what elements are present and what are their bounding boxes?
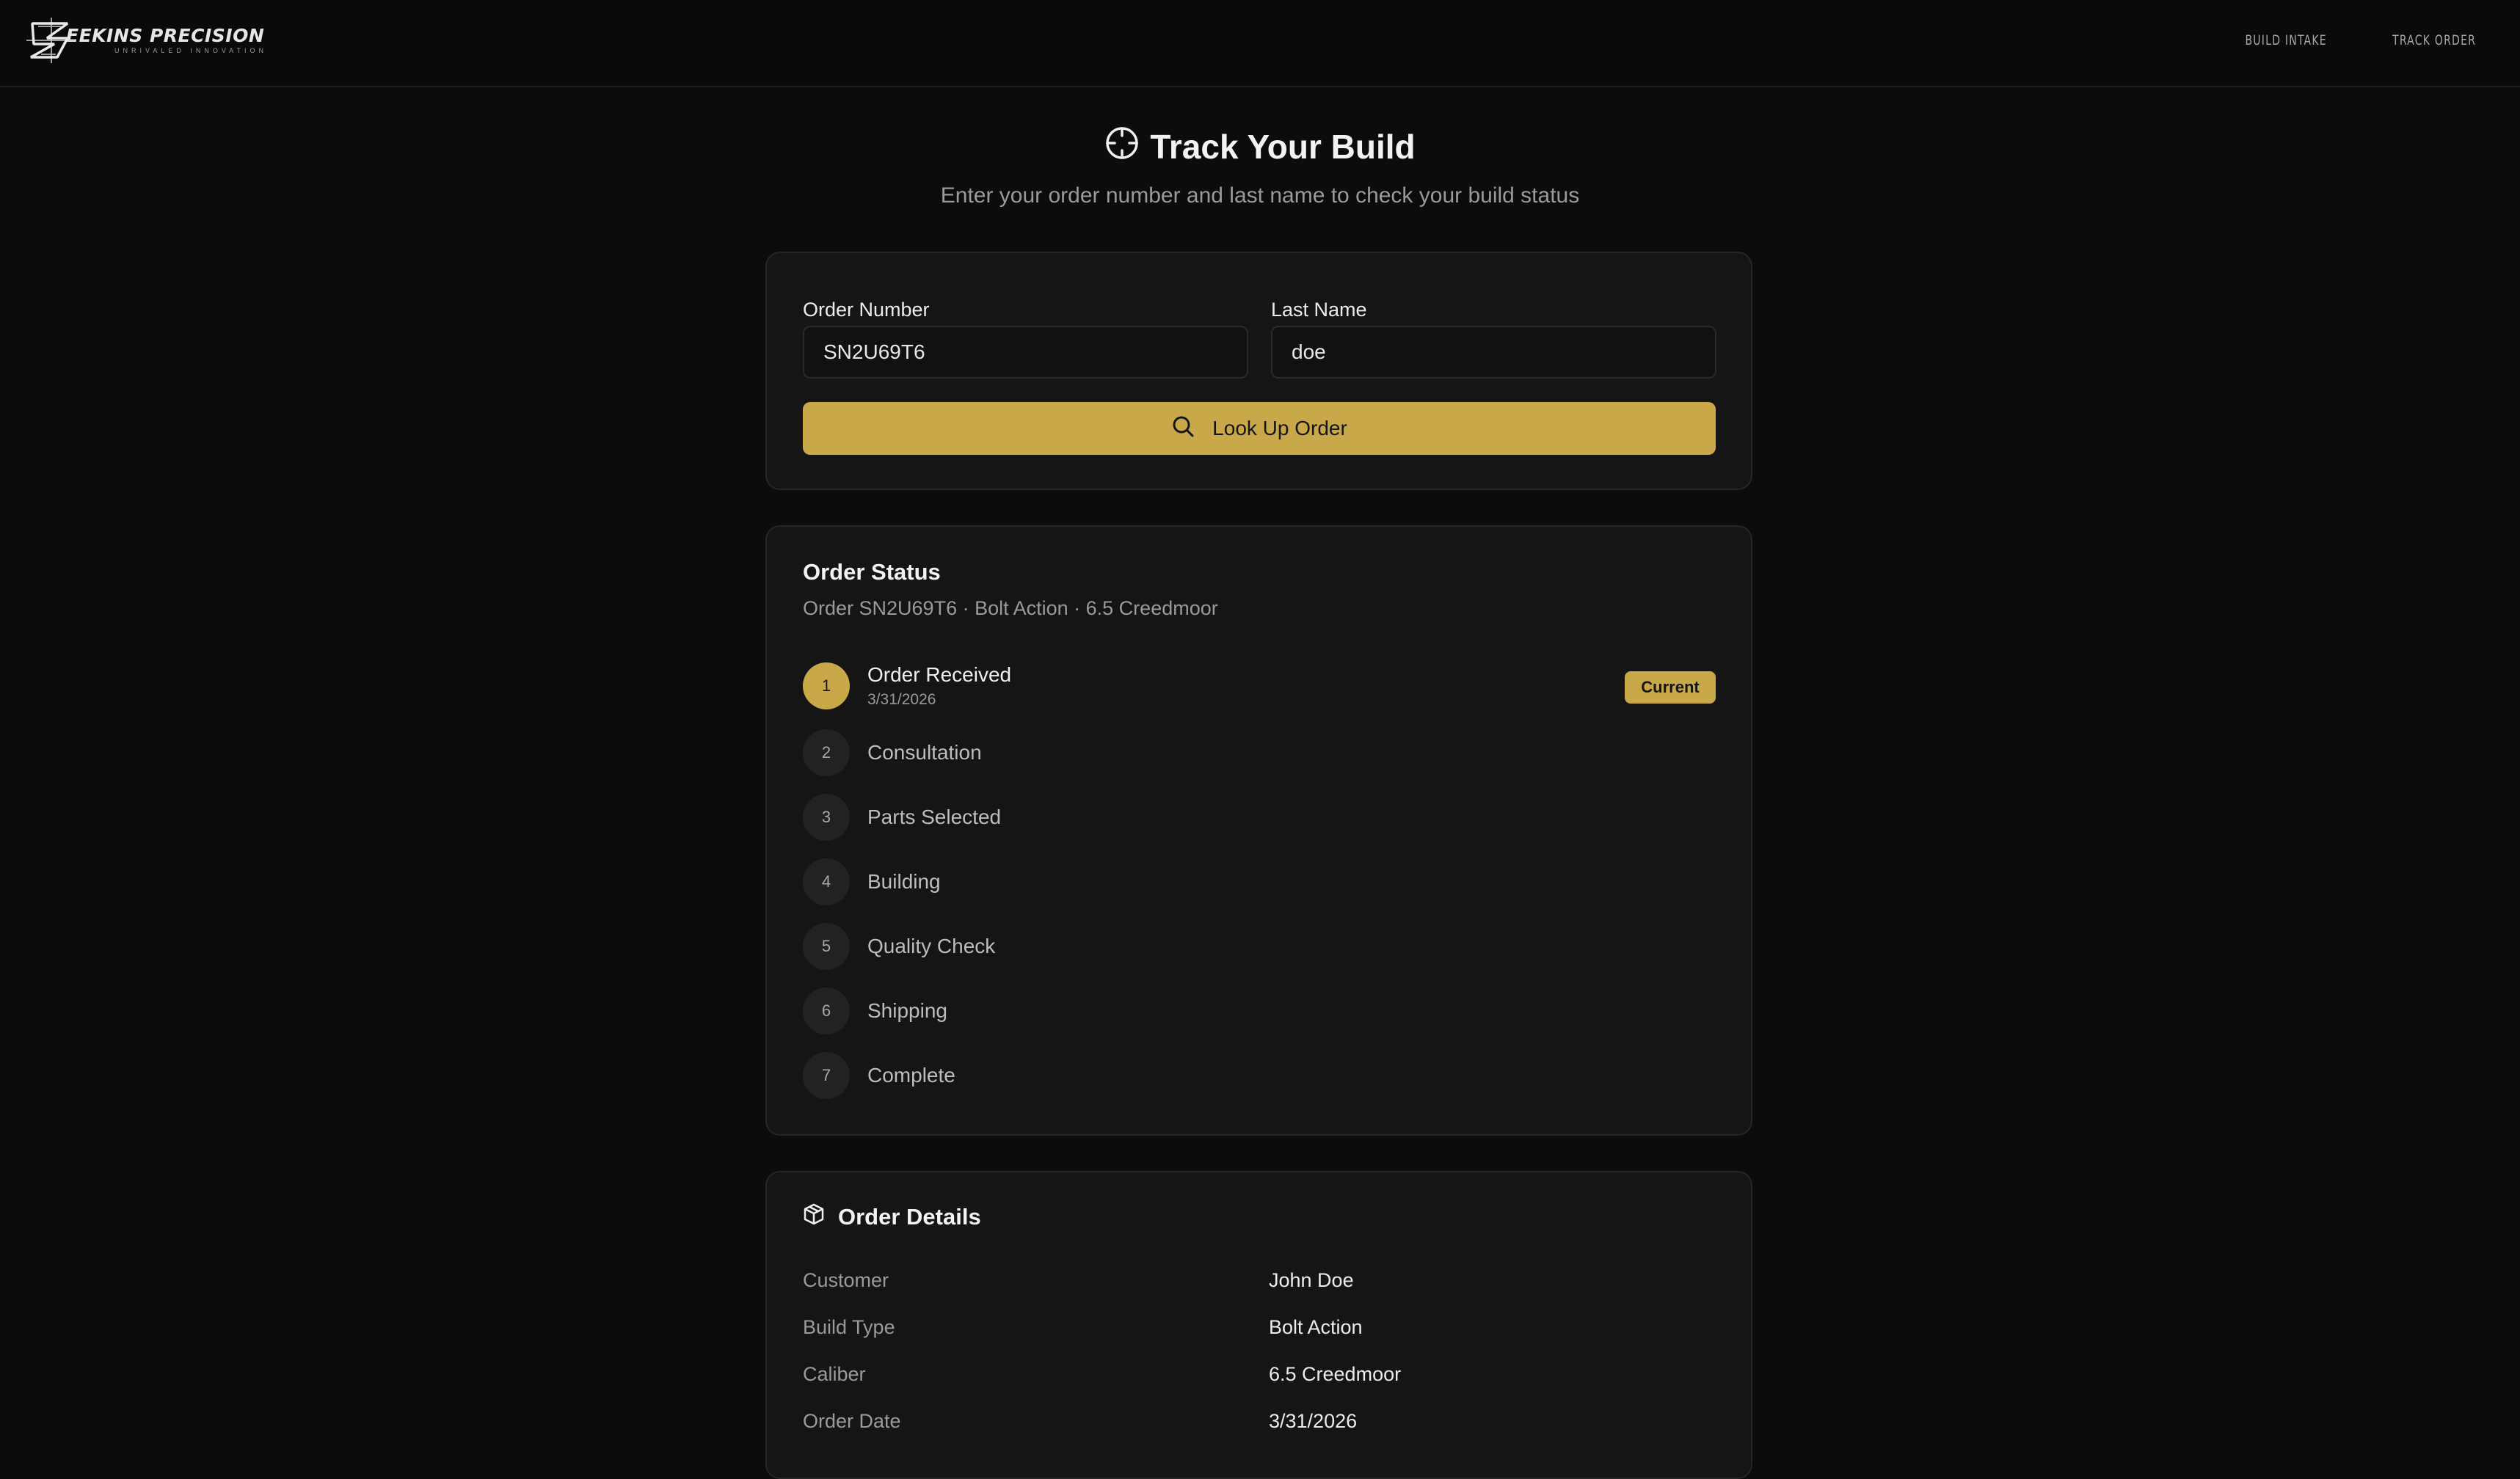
brand-name: EEKINS PRECISION [66,25,265,46]
page-subtitle: Enter your order number and last name to… [940,183,1580,208]
page-header: Track Your Build Enter your order number… [0,125,2520,208]
top-bar: EEKINS PRECISION UNRIVALED INNOVATION BU… [0,0,2520,87]
detail-value: 3/31/2026 [1269,1410,1358,1432]
page-title-text: Track Your Build [1150,128,1416,166]
lookup-card: Order Number Last Name Look Up Order [765,252,1752,490]
detail-key: Order Date [803,1410,901,1432]
package-icon [803,1203,825,1231]
status-step-quality-check: 5 Quality Check [803,923,1716,970]
step-label: Consultation [867,741,982,764]
step-number: 7 [803,1052,850,1099]
detail-row-build-type: Build Type Bolt Action [803,1316,1716,1345]
order-number-input[interactable] [803,326,1248,379]
order-details-title-text: Order Details [838,1204,981,1230]
last-name-label: Last Name [1271,299,1367,321]
main-nav: BUILD INTAKE TRACK ORDER [2227,0,2476,81]
step-label: Complete [867,1064,955,1087]
step-label: Order Received [867,663,1012,686]
order-status-card: Order Status Order SN2U69T6 · Bolt Actio… [765,525,1752,1136]
status-step-parts-selected: 3 Parts Selected [803,794,1716,841]
order-details-card: Order Details Customer John Doe Build Ty… [765,1171,1752,1479]
detail-value: Bolt Action [1269,1316,1363,1338]
nav-track-order[interactable]: TRACK ORDER [2392,32,2476,48]
order-number-label: Order Number [803,299,930,321]
nav-build-intake[interactable]: BUILD INTAKE [2245,32,2326,48]
look-up-order-label: Look Up Order [1212,417,1347,439]
detail-value: 6.5 Creedmoor [1269,1363,1402,1385]
status-step-building: 4 Building [803,858,1716,905]
detail-key: Build Type [803,1316,895,1338]
current-status-badge: Current [1625,671,1716,704]
step-number: 1 [803,662,850,709]
brand-tagline: UNRIVALED INNOVATION [114,47,268,54]
step-label: Parts Selected [867,806,1002,828]
crosshair-icon [1104,125,1140,169]
step-label: Shipping [867,999,947,1022]
step-label: Quality Check [867,935,996,957]
page-title: Track Your Build [1104,125,1416,169]
step-date: 3/31/2026 [867,691,936,708]
step-number: 3 [803,794,850,841]
look-up-order-button[interactable]: Look Up Order [803,402,1716,455]
detail-value: John Doe [1269,1269,1354,1291]
detail-row-order-date: Order Date 3/31/2026 [803,1410,1716,1439]
order-status-subtitle: Order SN2U69T6 · Bolt Action · 6.5 Creed… [803,597,1218,619]
step-number: 6 [803,987,850,1034]
step-label: Building [867,870,941,893]
status-step-shipping: 6 Shipping [803,987,1716,1034]
detail-key: Caliber [803,1363,866,1385]
status-step-consultation: 2 Consultation [803,729,1716,776]
status-step-order-received: 1 Order Received 3/31/2026 Current [803,662,1716,709]
detail-row-caliber: Caliber 6.5 Creedmoor [803,1363,1716,1392]
logo-s-mark-icon [25,16,76,65]
step-number: 4 [803,858,850,905]
order-details-title: Order Details [803,1203,981,1231]
search-icon [1171,415,1195,443]
order-status-title: Order Status [803,559,941,585]
step-number: 2 [803,729,850,776]
brand-logo[interactable]: EEKINS PRECISION UNRIVALED INNOVATION [25,16,264,65]
status-step-complete: 7 Complete [803,1052,1716,1099]
last-name-input[interactable] [1271,326,1716,379]
detail-row-customer: Customer John Doe [803,1269,1716,1299]
step-number: 5 [803,923,850,970]
detail-key: Customer [803,1269,889,1291]
